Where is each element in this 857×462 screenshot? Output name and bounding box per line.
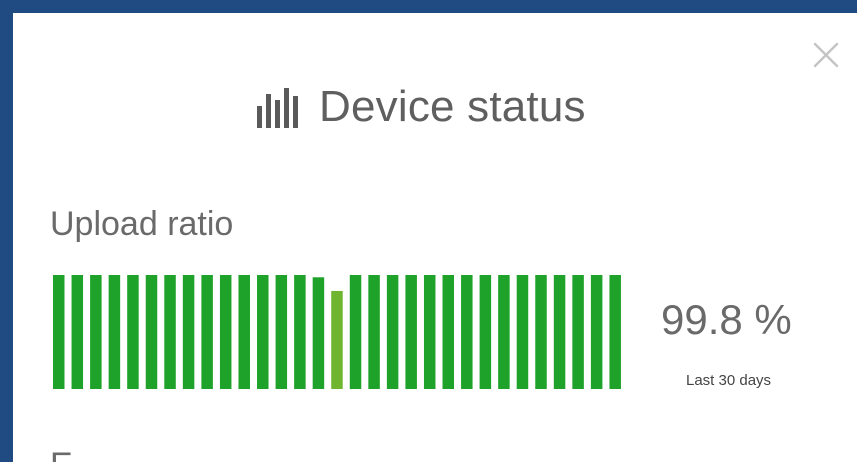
day-ratio-bar <box>553 275 566 389</box>
day-ratio-bar <box>182 275 195 389</box>
day-ratio-bar <box>164 275 176 389</box>
day-ratio-bar <box>516 275 529 389</box>
day-ratio-bar <box>498 275 510 389</box>
upload-ratio-period: Last 30 days <box>686 372 772 389</box>
day-ratio-bar <box>257 275 269 389</box>
dialog-title: Device status <box>319 82 586 131</box>
day-ratio-bar <box>238 275 250 389</box>
upload-ratio-value: 99.8 % <box>661 296 792 343</box>
day-ratio-bar <box>145 275 158 389</box>
day-ratio-bar <box>219 275 232 389</box>
day-ratio-bar <box>53 275 65 389</box>
day-ratio-bar <box>108 275 121 389</box>
upload-ratio-chart <box>53 275 621 389</box>
day-ratio-bar <box>405 275 417 389</box>
day-ratio-bar <box>572 275 584 389</box>
day-ratio-bar <box>127 275 139 389</box>
next-section-label: E <box>50 446 73 462</box>
dialog-header: Device status <box>255 79 586 135</box>
day-ratio-bar <box>349 275 362 389</box>
day-ratio-bar <box>590 275 603 389</box>
day-ratio-bar <box>479 275 492 389</box>
day-ratio-bar <box>423 275 436 389</box>
day-ratio-bar <box>275 275 288 389</box>
day-ratio-bar <box>312 277 325 389</box>
day-ratio-bar <box>386 275 399 389</box>
day-ratio-bar <box>71 275 84 389</box>
close-button[interactable] <box>810 39 842 71</box>
day-ratio-bar <box>535 275 547 389</box>
bar-chart-icon <box>257 88 298 128</box>
device-status-dialog: Device status Upload ratio 99.8 % Last 3… <box>13 13 857 462</box>
upload-ratio-label: Upload ratio <box>50 205 234 243</box>
day-ratio-bar <box>461 275 473 389</box>
app-background: Device status Upload ratio 99.8 % Last 3… <box>0 0 857 462</box>
day-ratio-bar <box>331 290 343 389</box>
close-icon <box>813 42 839 68</box>
day-ratio-bar <box>294 275 306 389</box>
day-ratio-bar <box>90 275 102 389</box>
day-ratio-bar <box>609 275 621 389</box>
day-ratio-bar <box>442 275 455 389</box>
day-ratio-bar <box>201 275 213 389</box>
day-ratio-bar <box>368 275 380 389</box>
